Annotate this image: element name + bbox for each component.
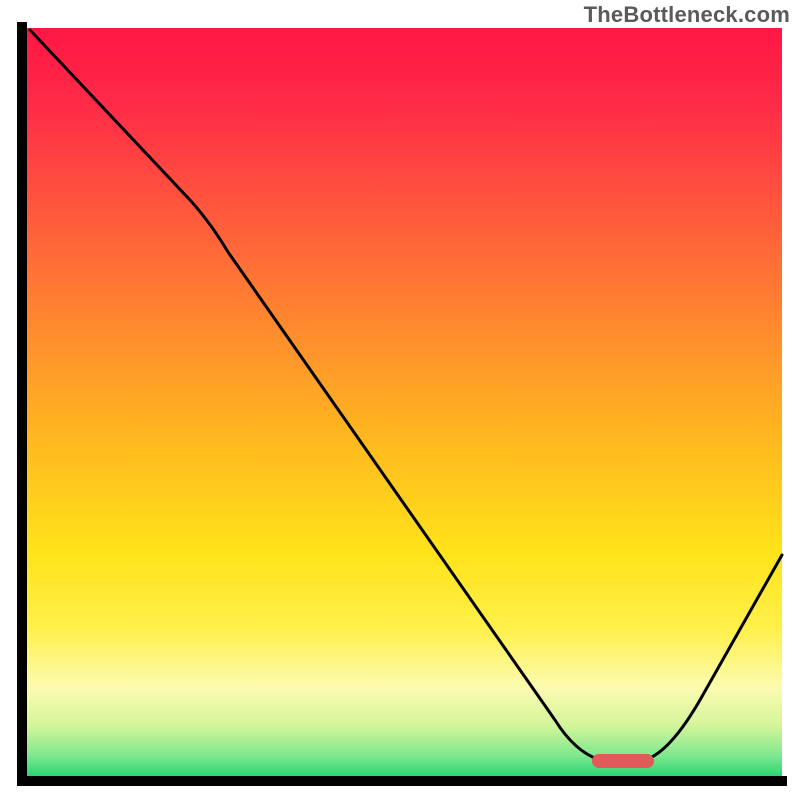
bottleneck-chart [0,0,800,800]
optimal-marker [592,754,654,768]
x-axis [17,776,787,786]
gradient-background [24,28,782,778]
chart-container: TheBottleneck.com [0,0,800,800]
y-axis [17,22,27,784]
watermark-text: TheBottleneck.com [584,2,790,28]
